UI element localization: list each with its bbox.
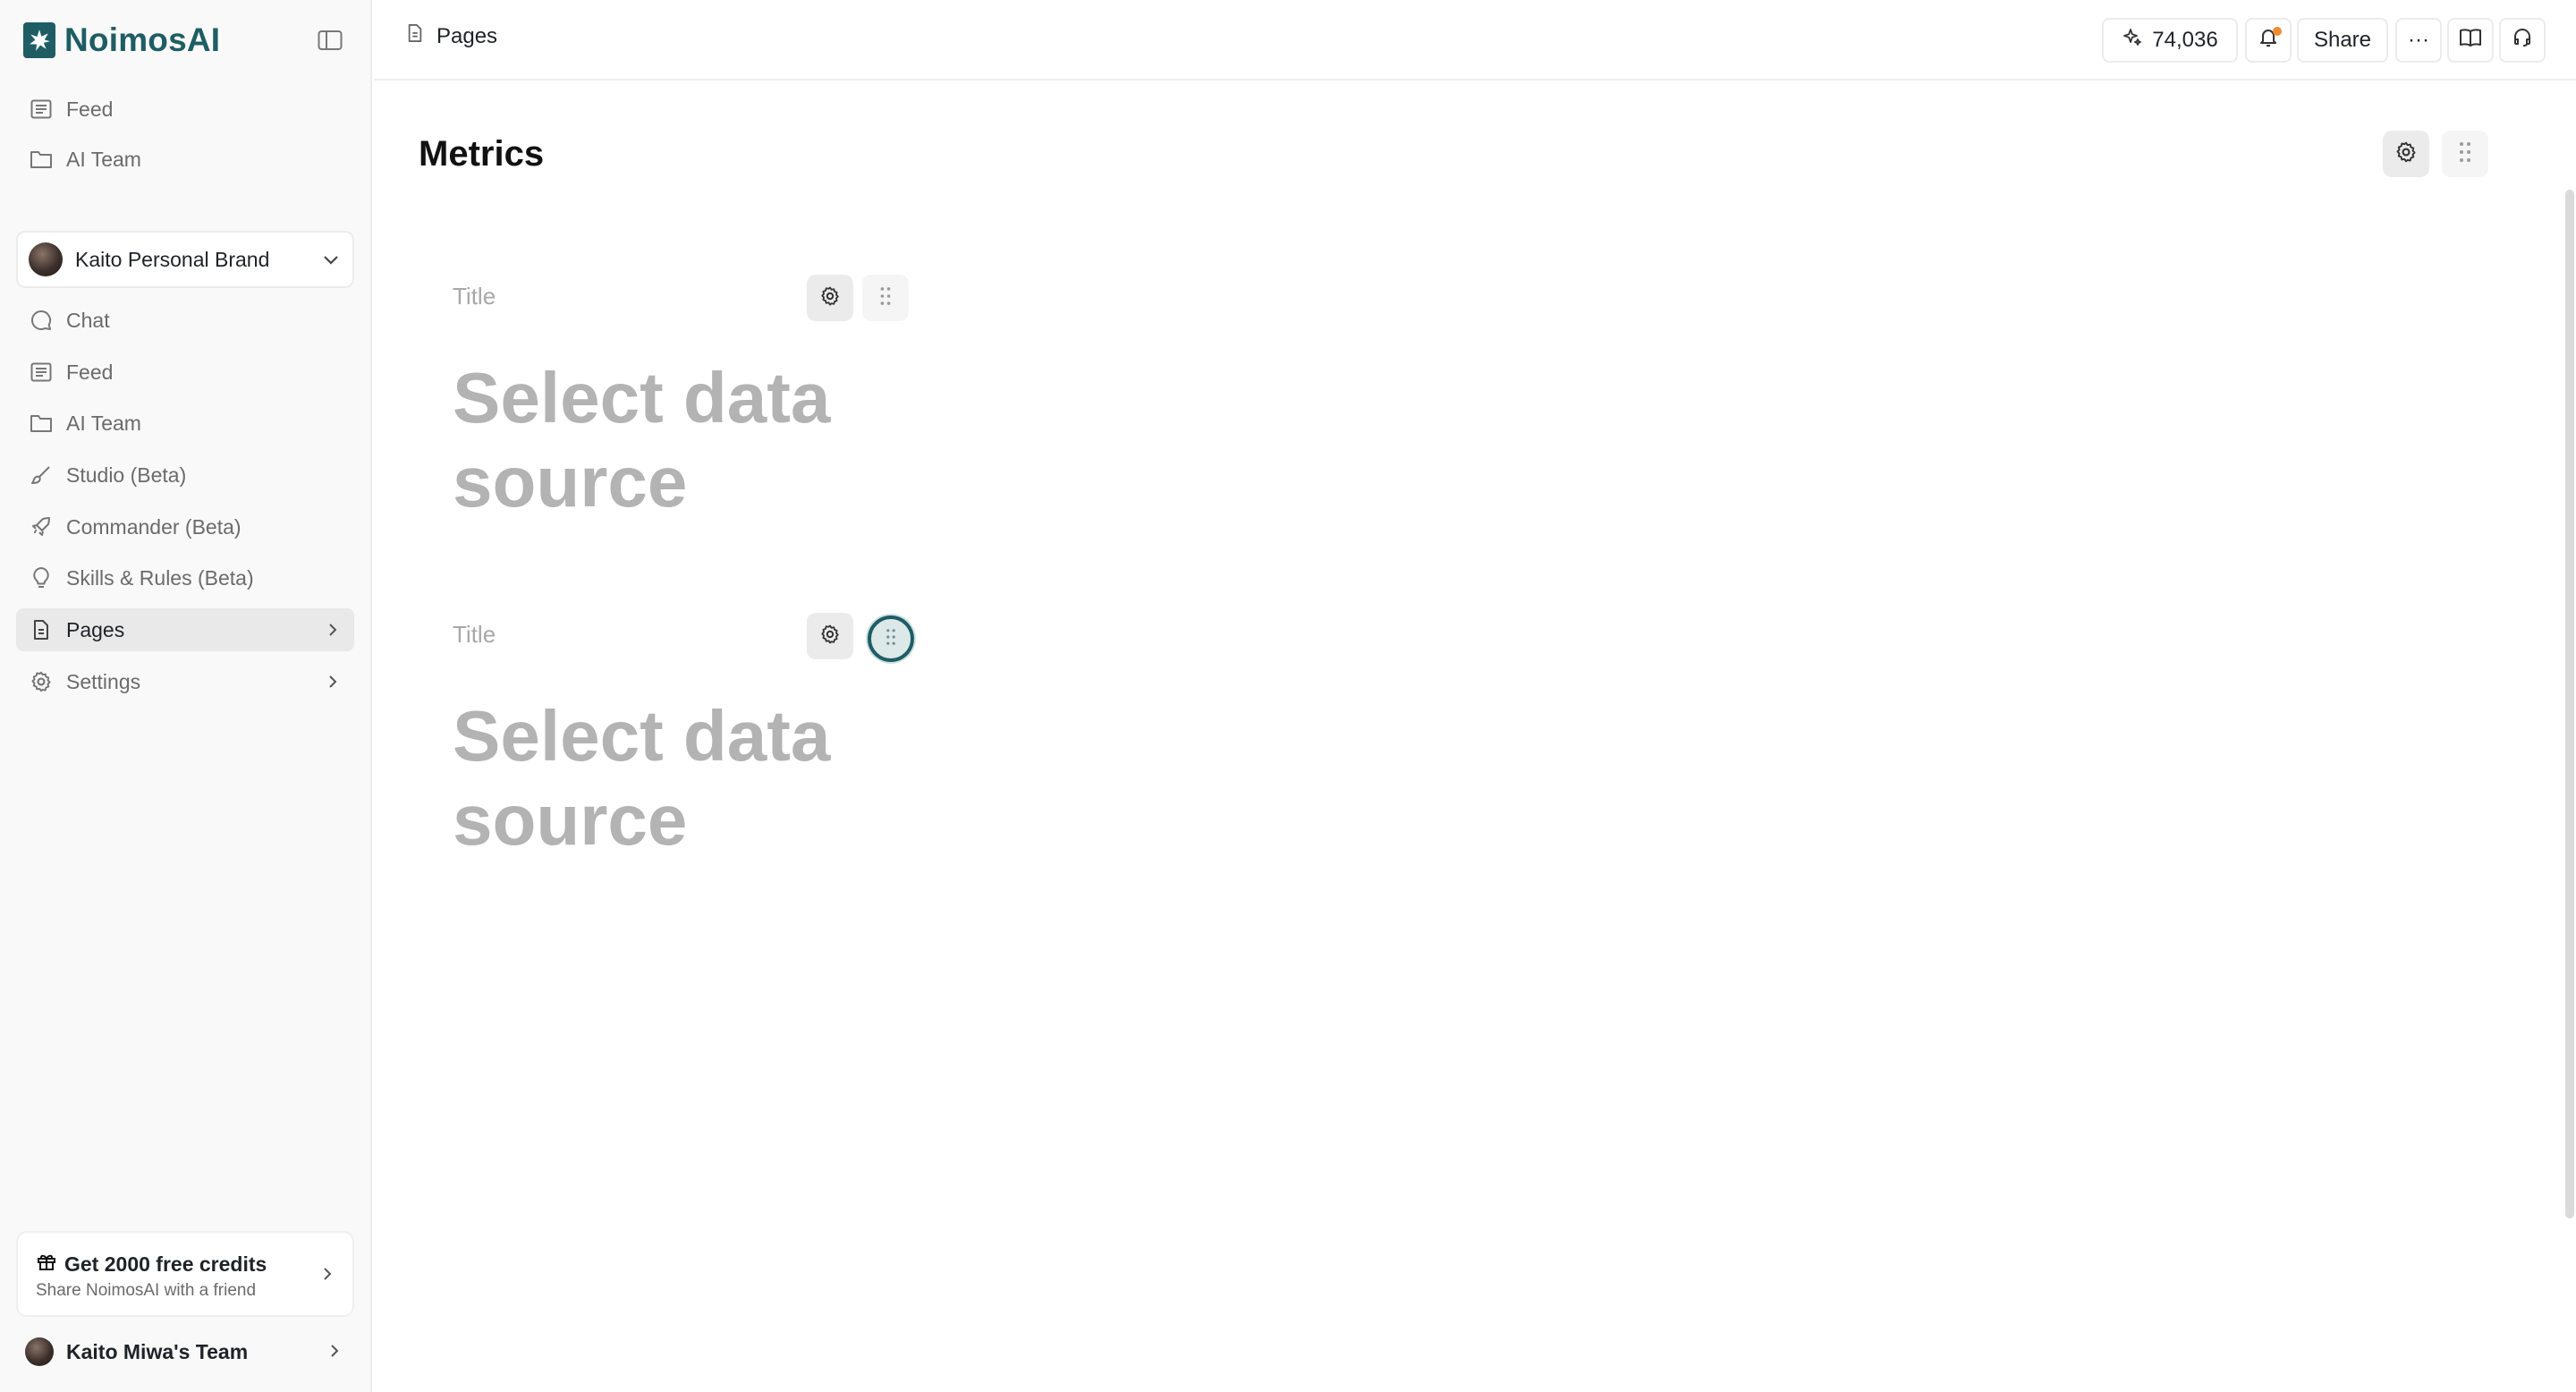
sparkle-icon bbox=[2122, 27, 2143, 55]
feed-icon bbox=[29, 97, 54, 122]
folder-icon bbox=[29, 147, 54, 172]
rocket-icon bbox=[29, 514, 54, 539]
chevron-right-icon bbox=[322, 671, 343, 692]
drag-handle-icon bbox=[2456, 140, 2474, 169]
sidebar-item-label: Chat bbox=[66, 308, 110, 332]
sidebar-item-label: Pages bbox=[66, 617, 125, 641]
team-selector[interactable]: Kaito Miwa's Team bbox=[16, 1329, 354, 1374]
page-settings-button[interactable] bbox=[2383, 131, 2429, 177]
chevron-right-icon bbox=[322, 619, 343, 641]
sidebar-toggle-icon[interactable] bbox=[313, 25, 347, 55]
widget-title[interactable]: Title bbox=[453, 283, 496, 310]
team-name: Kaito Miwa's Team bbox=[66, 1339, 249, 1363]
sidebar-item-label: Studio (Beta) bbox=[66, 463, 187, 487]
sidebar-item-pages[interactable]: Pages bbox=[16, 608, 354, 651]
chevron-right-icon bbox=[318, 1265, 336, 1287]
feed-icon bbox=[29, 360, 54, 385]
credits-button[interactable]: 74,036 bbox=[2102, 18, 2238, 63]
app-window: NoimosAI Feed AI Team Kaito Personal Bra… bbox=[0, 0, 2576, 1392]
widget-drag-handle[interactable] bbox=[862, 275, 909, 321]
app-name: NoimosAI bbox=[64, 21, 221, 58]
page-title: Metrics bbox=[419, 134, 545, 174]
gear-icon bbox=[29, 669, 54, 694]
widget-title[interactable]: Title bbox=[453, 621, 496, 649]
page-drag-handle[interactable] bbox=[2442, 131, 2488, 177]
docs-button[interactable] bbox=[2447, 18, 2494, 63]
widget-settings-button[interactable] bbox=[807, 275, 853, 321]
sidebar-item-ai-team[interactable]: AI Team bbox=[16, 402, 354, 445]
sidebar-item-chat[interactable]: Chat bbox=[16, 299, 354, 342]
chevron-right-icon bbox=[326, 1342, 343, 1364]
sidebar-item-studio[interactable]: Studio (Beta) bbox=[16, 454, 354, 497]
main-scrollbar[interactable] bbox=[2565, 190, 2574, 1218]
sidebar-item-feed[interactable]: Feed bbox=[16, 351, 354, 394]
share-label: Share bbox=[2313, 28, 2372, 52]
widget-value-placeholder[interactable]: Select data source bbox=[453, 356, 918, 524]
pages-icon bbox=[406, 23, 424, 49]
more-options-button[interactable]: ··· bbox=[2395, 18, 2442, 63]
widget-settings-button[interactable] bbox=[807, 613, 853, 659]
drag-handle-icon bbox=[877, 284, 894, 312]
sidebar-item-label: Feed bbox=[66, 360, 114, 384]
credits-count: 74,036 bbox=[2152, 28, 2218, 52]
sidebar-item-ai-team-top[interactable]: AI Team bbox=[16, 138, 354, 181]
support-button[interactable] bbox=[2499, 18, 2546, 63]
lightbulb-icon bbox=[29, 565, 54, 590]
sidebar: NoimosAI Feed AI Team Kaito Personal Bra… bbox=[0, 0, 372, 1392]
team-avatar bbox=[25, 1337, 54, 1366]
gift-icon bbox=[36, 1251, 57, 1277]
book-icon bbox=[2459, 28, 2482, 54]
gear-icon bbox=[819, 624, 841, 649]
sidebar-item-feed-top[interactable]: Feed bbox=[16, 88, 354, 131]
folder-icon bbox=[29, 411, 54, 436]
sidebar-item-label: Feed bbox=[66, 97, 114, 121]
project-name: Kaito Personal Brand bbox=[75, 247, 270, 271]
sidebar-item-settings[interactable]: Settings bbox=[16, 660, 354, 703]
gear-icon bbox=[819, 285, 841, 311]
logo-icon bbox=[23, 22, 55, 58]
gear-icon bbox=[2394, 140, 2418, 168]
breadcrumb[interactable]: Pages bbox=[406, 23, 497, 49]
notifications-button[interactable] bbox=[2245, 18, 2292, 63]
chevron-down-icon bbox=[320, 249, 342, 275]
breadcrumb-label: Pages bbox=[436, 23, 498, 48]
notification-badge bbox=[2273, 27, 2282, 36]
pages-icon bbox=[29, 617, 54, 642]
project-selector[interactable]: Kaito Personal Brand bbox=[16, 231, 354, 288]
sidebar-item-skills-rules[interactable]: Skills & Rules (Beta) bbox=[16, 556, 354, 599]
top-bar: Pages 74,036 Share ··· bbox=[374, 0, 2576, 81]
promo-subtitle: Share NoimosAI with a friend bbox=[36, 1281, 257, 1300]
chat-icon bbox=[29, 308, 54, 333]
drag-handle-icon bbox=[884, 626, 898, 652]
widget-value-placeholder[interactable]: Select data source bbox=[453, 694, 918, 862]
free-credits-promo[interactable]: Get 2000 free credits Share NoimosAI wit… bbox=[16, 1231, 354, 1317]
sidebar-item-commander[interactable]: Commander (Beta) bbox=[16, 505, 354, 548]
share-button[interactable]: Share bbox=[2297, 18, 2388, 63]
widget-drag-handle[interactable] bbox=[868, 615, 914, 662]
sidebar-item-label: Commander (Beta) bbox=[66, 514, 242, 539]
project-avatar bbox=[29, 242, 63, 276]
brush-icon bbox=[29, 463, 54, 488]
promo-title: Get 2000 free credits bbox=[36, 1251, 267, 1277]
promo-title-text: Get 2000 free credits bbox=[64, 1252, 267, 1276]
headset-icon bbox=[2512, 27, 2533, 55]
sidebar-item-label: Skills & Rules (Beta) bbox=[66, 565, 254, 590]
sidebar-item-label: AI Team bbox=[66, 411, 141, 435]
sidebar-item-label: Settings bbox=[66, 669, 141, 693]
logo[interactable]: NoimosAI bbox=[23, 20, 220, 61]
sidebar-item-label: AI Team bbox=[66, 147, 141, 171]
more-icon: ··· bbox=[2408, 28, 2429, 52]
